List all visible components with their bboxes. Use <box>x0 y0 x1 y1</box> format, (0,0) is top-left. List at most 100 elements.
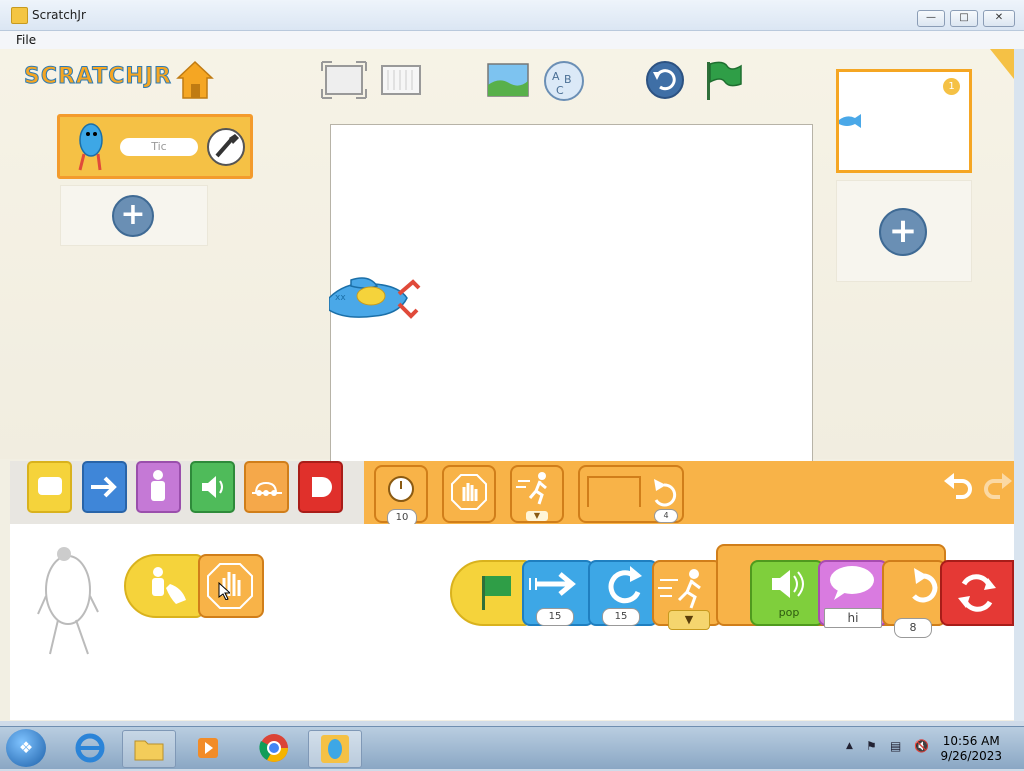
tic-thumbnail-icon <box>78 123 103 171</box>
minimize-button[interactable]: — <box>917 10 945 27</box>
abc-icon: A B C <box>544 61 584 101</box>
paint-editor-button[interactable] <box>207 128 245 166</box>
airplane-sprite[interactable]: xx <box>329 270 425 340</box>
window-title: ScratchJr <box>32 8 86 22</box>
undo-button[interactable] <box>942 471 974 503</box>
add-page-area: + <box>836 180 972 282</box>
speech-bubble-icon <box>830 566 874 600</box>
tic-ghost-icon <box>37 547 99 655</box>
sprite-card-tic[interactable]: Tic <box>57 114 253 179</box>
green-flag-icon <box>707 61 742 100</box>
chrome-taskbar-button[interactable] <box>248 730 300 766</box>
volume-muted-icon[interactable]: 🔇 <box>914 739 932 755</box>
speaker-icon <box>772 570 804 598</box>
page-thumbnail-1[interactable]: 1 <box>836 69 972 173</box>
repeat-count-value[interactable]: 8 <box>894 618 932 638</box>
move-right-block[interactable]: 15 <box>522 560 594 626</box>
looks-blocks-tab[interactable] <box>136 461 181 513</box>
palette-repeat-block[interactable]: 4 <box>578 465 684 523</box>
trigger-category-icon <box>38 477 62 495</box>
speed-dropdown[interactable]: ▼ <box>526 511 548 521</box>
scratchjr-icon <box>321 735 349 763</box>
repeat-value[interactable]: 4 <box>654 509 678 523</box>
add-page-button[interactable]: + <box>879 208 927 256</box>
palette-speed-block[interactable]: ▼ <box>510 465 564 523</box>
svg-text:C: C <box>556 84 564 97</box>
close-button[interactable]: ✕ <box>983 10 1015 27</box>
paintbrush-icon <box>215 134 239 158</box>
stage[interactable]: xx <box>329 124 813 464</box>
file-menu[interactable]: File <box>16 33 36 47</box>
control-blocks-tab[interactable] <box>244 461 289 513</box>
stop-block[interactable] <box>198 554 264 618</box>
change-background-button[interactable] <box>487 63 529 97</box>
say-block[interactable]: hi <box>818 560 888 628</box>
end-blocks-tab[interactable] <box>298 461 343 513</box>
green-flag-start-block[interactable] <box>450 560 532 626</box>
running-figure-icon <box>516 472 547 505</box>
svg-text:B: B <box>564 73 572 86</box>
speed-dropdown[interactable]: ▼ <box>668 610 710 630</box>
sound-blocks-tab[interactable] <box>190 461 235 513</box>
reset-characters-button[interactable] <box>645 60 685 100</box>
close-icon: ✕ <box>994 12 1004 23</box>
system-clock[interactable]: 10:56 AM 9/26/2023 <box>940 734 1002 764</box>
speaker-icon <box>202 476 223 498</box>
add-sprite-button[interactable]: + <box>112 195 154 237</box>
svg-text:xx: xx <box>335 293 346 303</box>
show-hidden-icons-icon[interactable]: ▲ <box>846 741 853 751</box>
turn-right-block[interactable]: 15 <box>588 560 658 626</box>
plus-icon: + <box>888 211 918 251</box>
palette-stop-block[interactable] <box>442 465 496 523</box>
control-category-icon <box>252 481 282 496</box>
mouse-cursor-icon <box>218 581 232 601</box>
add-sprite-area: + <box>60 185 208 246</box>
scratchjr-taskbar-button[interactable] <box>308 730 362 768</box>
folder-icon <box>134 740 164 761</box>
repeat-forever-block[interactable] <box>940 560 1014 626</box>
media-player-taskbar-button[interactable] <box>182 730 234 766</box>
green-flag-button[interactable] <box>703 60 743 102</box>
maximize-icon: □ <box>959 12 969 23</box>
set-speed-block[interactable]: ▼ <box>652 560 722 630</box>
reset-icon <box>646 61 684 99</box>
scripts-area[interactable]: 15 15 ▼ pop hi 8 <box>10 524 1014 720</box>
fullscreen-icon <box>321 61 367 99</box>
airplane-thumb-icon <box>839 114 861 128</box>
block-categories <box>10 461 364 524</box>
redo-icon <box>984 473 1012 499</box>
home-button[interactable] <box>176 60 214 100</box>
maximize-button[interactable]: □ <box>950 10 978 27</box>
internet-explorer-icon <box>75 733 105 763</box>
grid-button[interactable] <box>380 64 424 104</box>
person-icon <box>151 470 165 501</box>
action-center-icon[interactable]: ⚑ <box>866 739 882 755</box>
running-figure-icon <box>658 569 701 609</box>
minimize-icon: — <box>926 12 936 23</box>
chrome-icon <box>259 734 288 762</box>
sound-name-label: pop <box>778 606 800 619</box>
triggering-blocks-tab[interactable] <box>27 461 72 513</box>
turn-steps-value[interactable]: 15 <box>602 608 640 626</box>
end-category-icon <box>312 477 332 497</box>
palette-wait-block[interactable]: 10 <box>374 465 428 527</box>
move-steps-value[interactable]: 15 <box>536 608 574 626</box>
undo-icon <box>944 473 972 499</box>
redo-button[interactable] <box>984 471 1014 503</box>
file-explorer-taskbar-button[interactable] <box>122 730 176 768</box>
start-button[interactable]: ❖ <box>6 729 46 767</box>
motion-blocks-tab[interactable] <box>82 461 127 513</box>
stop-hand-icon <box>207 563 253 609</box>
start-on-tap-block[interactable] <box>124 554 204 618</box>
plus-icon: + <box>120 197 146 232</box>
say-text-value[interactable]: hi <box>824 608 882 628</box>
page-number-badge: 1 <box>943 78 960 95</box>
fullscreen-button[interactable] <box>321 60 367 100</box>
repeat-end-block[interactable]: 8 <box>882 560 946 638</box>
windows-logo-icon: ❖ <box>18 738 34 757</box>
network-icon[interactable]: ▤ <box>890 739 906 755</box>
play-sound-block[interactable]: pop <box>750 560 824 626</box>
stopwatch-icon <box>388 476 414 502</box>
add-text-button[interactable]: A B C <box>543 60 585 102</box>
internet-explorer-taskbar-button[interactable] <box>64 730 116 766</box>
